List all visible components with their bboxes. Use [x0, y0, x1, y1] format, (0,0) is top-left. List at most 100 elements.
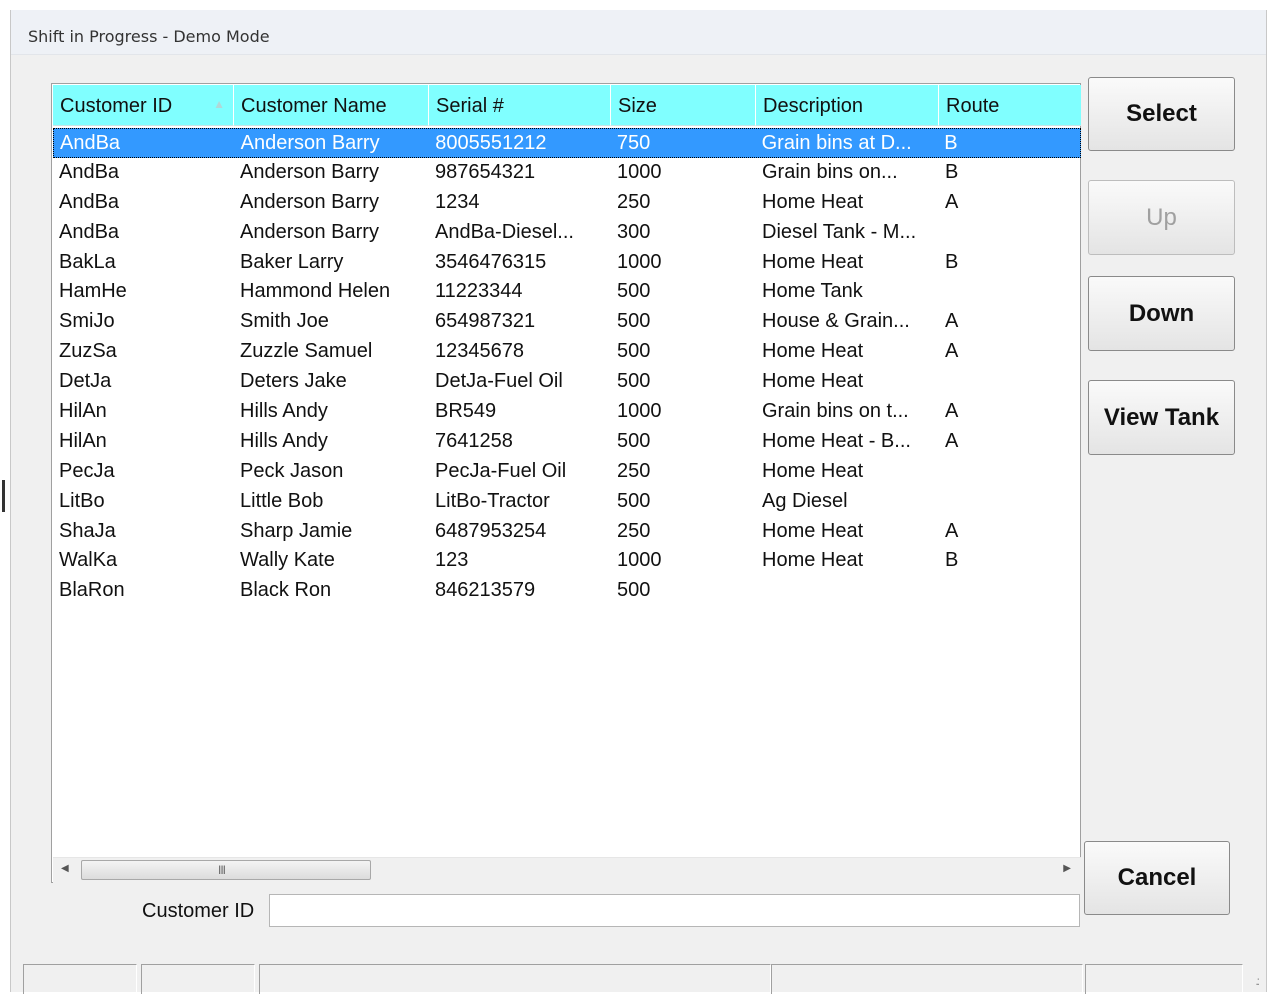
scrollbar-grip-icon: III — [218, 863, 226, 877]
table-cell: Anderson Barry — [240, 160, 379, 183]
table-row[interactable]: WalKa Wally Kate 123 1000 Home Heat B — [53, 546, 1081, 576]
table-cell: 500 — [617, 340, 651, 363]
table-cell: Peck Jason — [240, 459, 344, 482]
status-panel-1 — [23, 964, 137, 994]
status-bar: .: — [23, 954, 1266, 994]
table-cell: A — [945, 340, 959, 363]
view-tank-button[interactable]: View Tank — [1088, 380, 1235, 455]
horizontal-scrollbar[interactable]: ◀ III ▶ — [53, 857, 1081, 883]
table-cell: 500 — [617, 579, 651, 602]
column-header-label: Customer Name — [241, 95, 387, 117]
table-cell: Home Tank — [762, 280, 863, 303]
table-cell: A — [945, 429, 959, 452]
table-cell: 500 — [617, 489, 651, 512]
table-cell: 250 — [617, 519, 651, 542]
table-cell: B — [944, 132, 958, 154]
table-cell: ZuzSa — [59, 340, 117, 363]
table-row[interactable]: HamHe Hammond Helen 11223344 500 Home Tank — [53, 277, 1081, 307]
table-cell: 250 — [617, 459, 651, 482]
table-cell — [939, 457, 1081, 487]
table-cell: A — [945, 400, 959, 423]
table-row[interactable]: AndBa Anderson Barry 8005551212 750 Grain bi… — [53, 128, 1081, 158]
table-cell: 750 — [616, 132, 651, 154]
table-row[interactable]: AndBa Anderson Barry 1234 250 Home Heat A — [53, 188, 1081, 218]
table-cell: 6487953254 — [435, 519, 547, 542]
table-cell: Hills Andy — [240, 429, 328, 452]
scrollbar-thumb[interactable]: III — [81, 860, 371, 880]
table-cell: WalKa — [59, 549, 118, 572]
column-header-size[interactable]: Size — [611, 85, 756, 126]
column-header-label: Serial # — [436, 95, 504, 117]
resize-grip-icon[interactable]: .: — [1255, 974, 1259, 988]
table-row[interactable]: SmiJo Smith Joe 654987321 500 House & Grain.… — [53, 307, 1081, 337]
customer-id-input[interactable] — [269, 894, 1080, 927]
column-header-customer-name[interactable]: Customer Name — [234, 85, 429, 126]
table-cell: HilAn — [59, 400, 107, 423]
table-cell: AndBa — [59, 160, 120, 183]
status-panel-2 — [141, 964, 255, 994]
table-row[interactable]: LitBo Little Bob LitBo-Tractor 500 Ag Diesel — [53, 487, 1081, 517]
table-row[interactable]: HilAn Hills Andy BR549 1000 Grain bins on t.… — [53, 397, 1081, 427]
table-cell: Grain bins at D... — [761, 132, 912, 154]
table-cell: 654987321 — [435, 310, 536, 333]
table-cell: PecJa-Fuel Oil — [435, 459, 567, 482]
customer-tank-grid[interactable]: Customer ID ▲ Customer Name Serial # Siz… — [51, 83, 1081, 883]
table-row[interactable]: AndBa Anderson Barry 987654321 1000 Grain bi… — [53, 158, 1081, 188]
table-cell: DetJa — [59, 370, 112, 393]
table-cell: A — [945, 190, 959, 213]
column-header-label: Description — [763, 95, 864, 117]
table-row[interactable]: AndBa Anderson Barry AndBa-Diesel... 300 Die… — [53, 218, 1081, 248]
table-cell: HilAn — [59, 429, 107, 452]
table-cell: 7641258 — [435, 429, 513, 452]
table-cell: 987654321 — [435, 160, 536, 183]
customer-id-label: Customer ID — [142, 900, 255, 922]
table-row[interactable]: DetJa Deters Jake DetJa-Fuel Oil 500 Home He… — [53, 367, 1081, 397]
table-cell: AndBa — [59, 220, 120, 243]
status-panel-5 — [1085, 964, 1243, 994]
table-cell: Home Heat — [762, 519, 864, 542]
table-cell: Hammond Helen — [240, 280, 391, 303]
table-cell — [939, 277, 1081, 307]
table-row[interactable]: BlaRon Black Ron 846213579 500 — [53, 576, 1081, 606]
cancel-button[interactable]: Cancel — [1084, 841, 1230, 915]
table-cell — [939, 576, 1081, 606]
scroll-left-arrow-icon[interactable]: ◀ — [61, 863, 69, 874]
table-row[interactable]: ShaJa Sharp Jamie 6487953254 250 Home Heat A — [53, 517, 1081, 547]
table-cell: Baker Larry — [240, 250, 344, 273]
table-cell: 1000 — [617, 160, 662, 183]
select-button[interactable]: Select — [1088, 77, 1235, 151]
column-header-label: Customer ID — [60, 95, 173, 117]
table-cell: Home Heat — [762, 340, 864, 363]
table-cell: Wally Kate — [240, 549, 335, 572]
table-row[interactable]: PecJa Peck Jason PecJa-Fuel Oil 250 Home Hea… — [53, 457, 1081, 487]
table-cell: AndBa — [59, 190, 120, 213]
table-cell: 1000 — [617, 400, 662, 423]
column-header-route[interactable]: Route — [939, 85, 1081, 126]
table-cell: Anderson Barry — [240, 220, 379, 243]
table-cell: B — [945, 549, 959, 572]
table-cell: DetJa-Fuel Oil — [435, 370, 563, 393]
table-cell: B — [945, 250, 959, 273]
up-button[interactable]: Up — [1088, 180, 1235, 255]
table-cell: 12345678 — [435, 340, 524, 363]
table-cell: A — [945, 519, 959, 542]
table-row[interactable]: ZuzSa Zuzzle Samuel 12345678 500 Home Heat A — [53, 337, 1081, 367]
table-cell: 300 — [617, 220, 651, 243]
table-cell: PecJa — [59, 459, 115, 482]
table-cell: Anderson Barry — [240, 190, 379, 213]
table-cell: AndBa — [60, 132, 121, 154]
table-row[interactable]: BakLa Baker Larry 3546476315 1000 Home Heat B — [53, 248, 1081, 278]
table-cell: Hills Andy — [240, 400, 328, 423]
table-cell: ShaJa — [59, 519, 116, 542]
table-cell: LitBo — [59, 489, 105, 512]
scroll-right-arrow-icon[interactable]: ▶ — [1063, 863, 1071, 874]
table-cell: Anderson Barry — [240, 132, 380, 154]
column-header-customer-id[interactable]: Customer ID ▲ — [53, 85, 234, 126]
table-row[interactable]: HilAn Hills Andy 7641258 500 Home Heat - B..… — [53, 427, 1081, 457]
table-cell: Home Heat - B... — [762, 429, 911, 452]
column-header-serial[interactable]: Serial # — [429, 85, 611, 126]
column-header-description[interactable]: Description — [756, 85, 939, 126]
down-button[interactable]: Down — [1088, 276, 1235, 351]
status-panel-3 — [259, 964, 771, 994]
table-cell: 500 — [617, 370, 651, 393]
